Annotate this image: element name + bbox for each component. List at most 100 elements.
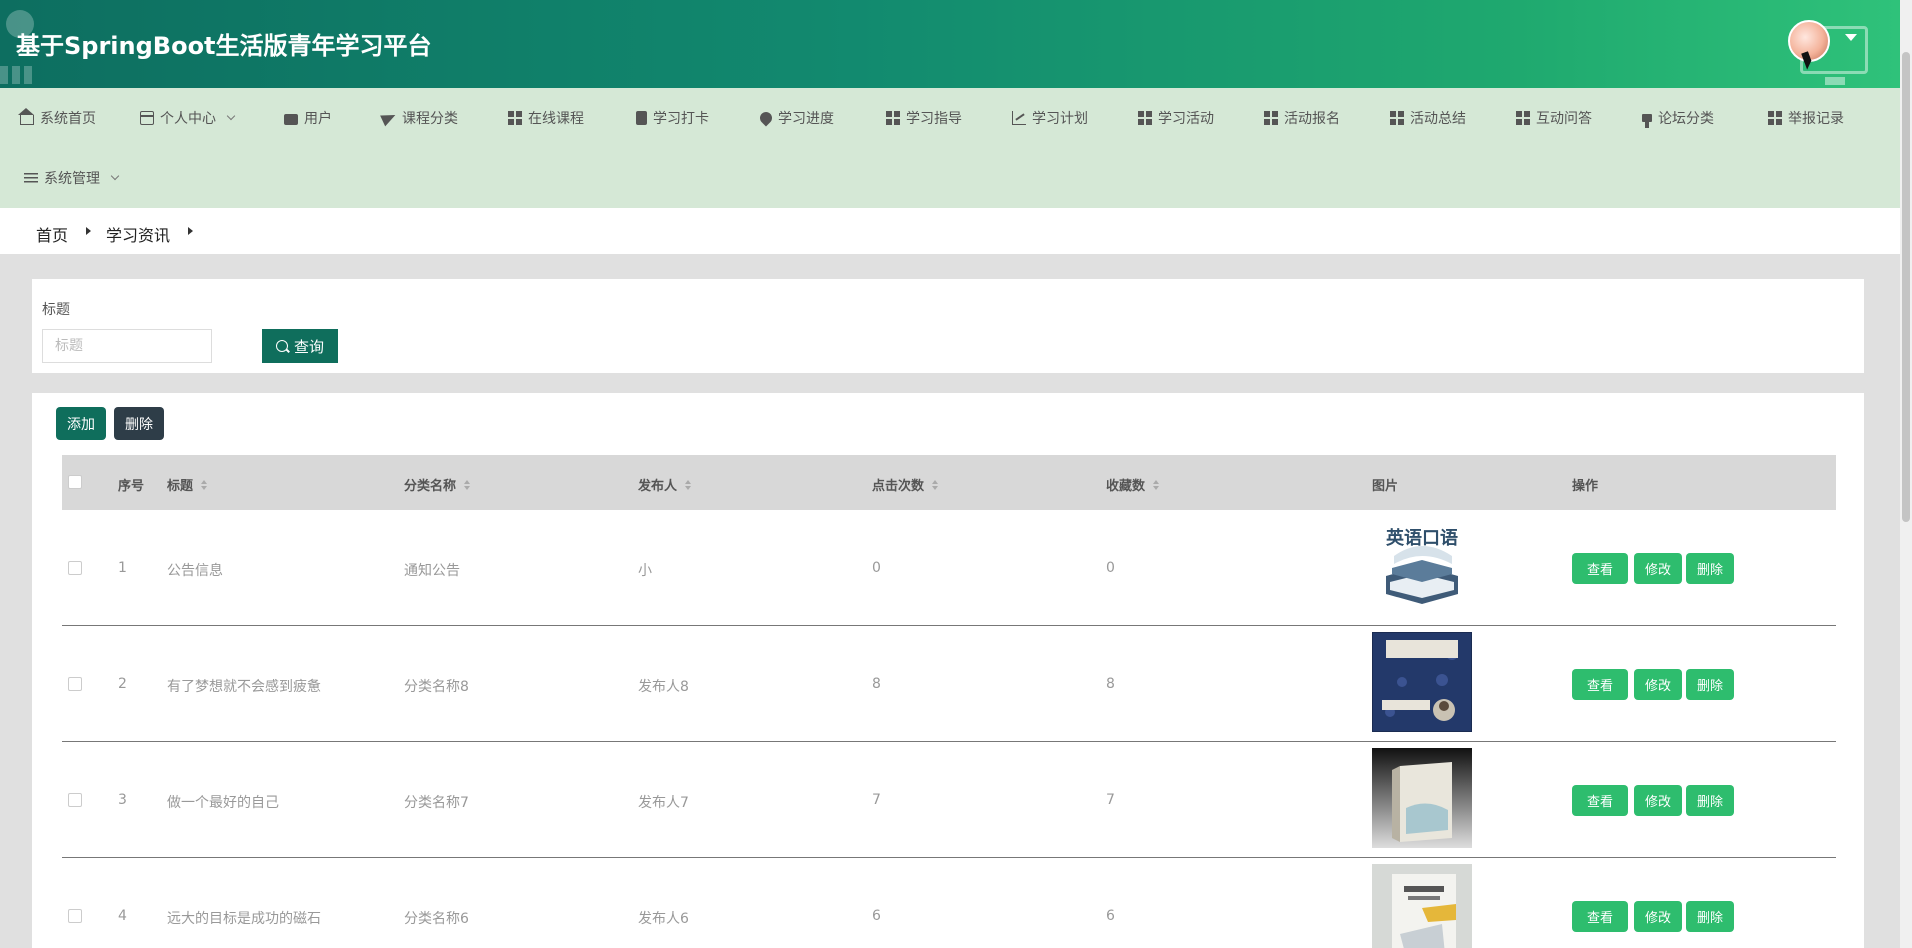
nav-item-activity-summary[interactable]: 活动总结 [1390, 104, 1466, 132]
scrollbar-thumb[interactable] [1902, 52, 1910, 522]
row-checkbox[interactable] [68, 561, 82, 575]
nav-item-label: 系统管理 [44, 171, 100, 187]
view-button[interactable]: 查看 [1572, 553, 1628, 584]
cell-favorites: 8 [1106, 676, 1115, 692]
nav-item-forum-category[interactable]: 论坛分类 [1642, 104, 1714, 132]
card-icon [140, 111, 154, 125]
nav-item-activity-signup[interactable]: 活动报名 [1264, 104, 1340, 132]
column-header-favorites[interactable]: 收藏数 [1106, 475, 1160, 494]
grid-icon [1390, 111, 1404, 125]
delete-button[interactable]: 删除 [1686, 553, 1734, 584]
nav-item-label: 个人中心 [160, 111, 216, 127]
nav-item-personal-center[interactable]: 个人中心 [140, 104, 236, 132]
breadcrumb: 首页 学习资讯 [0, 208, 1900, 254]
nav-item-label: 在线课程 [528, 111, 584, 127]
row-checkbox[interactable] [68, 793, 82, 807]
cell-clicks: 8 [872, 676, 881, 692]
cell-category: 分类名称6 [404, 911, 469, 927]
edit-button[interactable]: 修改 [1634, 553, 1682, 584]
nav-item-label: 活动报名 [1284, 111, 1340, 127]
nav-item-users[interactable]: 用户 [284, 104, 332, 132]
cell-clicks: 6 [872, 908, 881, 924]
column-header-publisher[interactable]: 发布人 [638, 475, 692, 494]
nav-item-label: 系统首页 [40, 111, 96, 127]
cell-publisher: 发布人8 [638, 679, 689, 695]
search-panel: 标题 查询 [32, 279, 1864, 373]
view-button[interactable]: 查看 [1572, 669, 1628, 700]
row-checkbox[interactable] [68, 677, 82, 691]
column-header-category[interactable]: 分类名称 [404, 475, 471, 494]
view-button[interactable]: 查看 [1572, 901, 1628, 932]
nav-item-label: 论坛分类 [1658, 111, 1714, 127]
chart-icon [1012, 111, 1026, 125]
cell-publisher: 发布人7 [638, 795, 689, 811]
nav-item-system-management[interactable]: 系统管理 [24, 164, 120, 192]
grid-icon [1138, 111, 1152, 125]
cell-title: 公告信息 [167, 563, 223, 579]
column-header-actions: 操作 [1572, 479, 1599, 494]
nav-item-label: 课程分类 [402, 111, 458, 127]
row-thumbnail-image [1372, 632, 1472, 732]
nav-item-home[interactable]: 系统首页 [18, 104, 96, 132]
nav-item-interactive-qa[interactable]: 互动问答 [1516, 104, 1592, 132]
edit-button[interactable]: 修改 [1634, 901, 1682, 932]
delete-button[interactable]: 删除 [1686, 669, 1734, 700]
edit-button[interactable]: 修改 [1634, 669, 1682, 700]
row-thumbnail-image: 英语口语 [1372, 516, 1472, 616]
cell-favorites: 7 [1106, 792, 1115, 808]
delete-button[interactable]: 删除 [1686, 901, 1734, 932]
cell-publisher: 小 [638, 563, 652, 579]
edit-button[interactable]: 修改 [1634, 785, 1682, 816]
nav-item-study-activity[interactable]: 学习活动 [1138, 104, 1214, 132]
column-header-image: 图片 [1372, 479, 1399, 494]
nav-item-online-courses[interactable]: 在线课程 [508, 104, 584, 132]
sort-icon[interactable] [464, 479, 471, 490]
grid-icon [1768, 111, 1782, 125]
title-search-input[interactable] [42, 329, 212, 363]
breadcrumb-home[interactable]: 首页 [36, 222, 68, 246]
nav-item-study-plan[interactable]: 学习计划 [1012, 104, 1088, 132]
chevron-right-icon [188, 227, 193, 235]
column-header-title[interactable]: 标题 [167, 475, 208, 494]
sliders-icon [24, 171, 38, 185]
cell-clicks: 0 [872, 560, 881, 576]
nav-item-study-progress[interactable]: 学习进度 [757, 104, 834, 132]
nav-item-course-category[interactable]: 课程分类 [380, 104, 458, 132]
nav-item-label: 学习打卡 [653, 111, 709, 127]
sort-icon[interactable] [932, 479, 939, 490]
query-button-label: 查询 [293, 337, 324, 356]
row-checkbox[interactable] [68, 909, 82, 923]
batch-delete-button[interactable]: 删除 [114, 407, 164, 440]
chevron-down-icon [110, 171, 120, 181]
search-icon [275, 340, 288, 352]
clipboard-icon [636, 111, 647, 125]
cell-category: 分类名称7 [404, 795, 469, 811]
nav-item-label: 互动问答 [1536, 111, 1592, 127]
home-icon [18, 108, 34, 125]
query-button[interactable]: 查询 [262, 329, 338, 363]
cell-title: 有了梦想就不会感到疲惫 [167, 679, 321, 695]
grid-icon [508, 111, 522, 125]
column-header-clicks[interactable]: 点击次数 [872, 475, 939, 494]
sort-icon[interactable] [685, 479, 692, 490]
cell-title: 远大的目标是成功的磁石 [167, 911, 321, 927]
sort-icon[interactable] [1153, 479, 1160, 490]
nav-item-study-guidance[interactable]: 学习指导 [886, 104, 962, 132]
nav-item-study-checkin[interactable]: 学习打卡 [636, 104, 709, 132]
nav-item-label: 学习指导 [906, 111, 962, 127]
delete-button[interactable]: 删除 [1686, 785, 1734, 816]
add-button[interactable]: 添加 [56, 407, 106, 440]
cell-category: 通知公告 [404, 563, 460, 579]
cell-publisher: 发布人6 [638, 911, 689, 927]
caret-down-icon[interactable] [1845, 34, 1857, 41]
nav-item-report-records[interactable]: 举报记录 [1768, 104, 1844, 132]
view-button[interactable]: 查看 [1572, 785, 1628, 816]
select-all-checkbox[interactable] [68, 475, 82, 489]
cell-index: 1 [118, 560, 127, 576]
page-scrollbar[interactable] [1900, 0, 1912, 948]
app-title: 基于SpringBoot生活版青年学习平台 [16, 32, 432, 60]
table-row: 4 远大的目标是成功的磁石 分类名称6 发布人6 6 6 查看 修改 删除 [62, 858, 1836, 948]
sort-icon[interactable] [201, 479, 208, 490]
row-thumbnail-image [1372, 748, 1472, 848]
nav-item-label: 活动总结 [1410, 111, 1466, 127]
